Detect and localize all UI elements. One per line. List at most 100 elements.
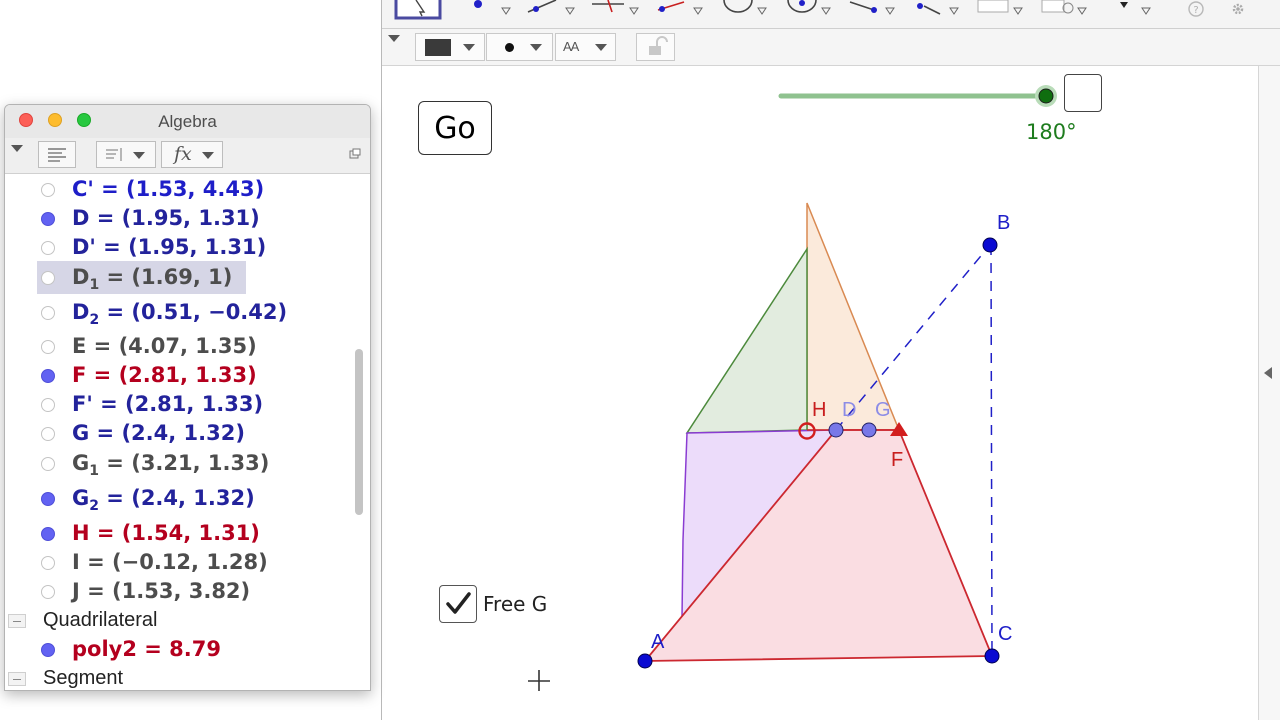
- list-item[interactable]: D2 = (0.51, −0.42): [5, 298, 355, 328]
- object-definition: H = (1.54, 1.31): [72, 521, 260, 545]
- point-style-icon: [505, 43, 514, 52]
- collapse-icon[interactable]: [8, 672, 26, 686]
- move-tool-button[interactable]: [394, 0, 446, 22]
- list-item[interactable]: G = (2.4, 1.32): [5, 419, 355, 447]
- text-size-button[interactable]: AA: [555, 33, 616, 61]
- visibility-toggle[interactable]: [41, 527, 55, 541]
- object-definition: F' = (2.81, 1.33): [72, 392, 264, 416]
- point-b[interactable]: [982, 237, 998, 253]
- text-size-icon: AA: [563, 39, 579, 54]
- checkmark-icon: [446, 592, 471, 614]
- point-g[interactable]: [861, 422, 877, 438]
- algebra-menu-toggle-icon[interactable]: [11, 145, 23, 152]
- visibility-toggle[interactable]: [41, 556, 55, 570]
- stylebar-toggle-icon[interactable]: [388, 35, 400, 42]
- category-label: Quadrilateral: [43, 609, 158, 631]
- visibility-toggle[interactable]: [41, 398, 55, 412]
- visibility-toggle[interactable]: [41, 457, 55, 471]
- point-tool-button[interactable]: [462, 0, 514, 22]
- angle-tool-button[interactable]: [846, 0, 898, 22]
- visibility-toggle[interactable]: [41, 212, 55, 226]
- point-style-button[interactable]: [486, 33, 553, 61]
- visibility-toggle[interactable]: [41, 340, 55, 354]
- slider-tool-button[interactable]: [974, 0, 1026, 22]
- svg-text:?: ?: [1193, 5, 1198, 16]
- reflect-tool-button[interactable]: [910, 0, 962, 22]
- color-button[interactable]: [415, 33, 485, 61]
- slider-handle-core[interactable]: [1038, 88, 1054, 104]
- object-definition: F = (2.81, 1.33): [72, 363, 257, 387]
- collapse-icon[interactable]: [8, 614, 26, 628]
- visibility-toggle[interactable]: [41, 643, 55, 657]
- dashed-segment-bc[interactable]: [990, 244, 993, 657]
- object-definition: C' = (1.53, 4.43): [72, 177, 265, 201]
- category-header-quadrilateral[interactable]: Quadrilateral: [5, 606, 355, 634]
- unlock-icon: [649, 36, 668, 55]
- slider-checkbox[interactable]: [1064, 74, 1102, 112]
- list-item[interactable]: E = (4.07, 1.35): [5, 332, 355, 360]
- list-item[interactable]: D = (1.95, 1.31): [5, 204, 355, 232]
- algebra-toolbar: fx: [5, 138, 370, 174]
- chevron-down-icon: [463, 44, 475, 51]
- color-swatch-icon: [425, 39, 451, 56]
- circle-tool-button[interactable]: [718, 0, 770, 22]
- sort-icon: [106, 148, 145, 161]
- label-c: C: [998, 623, 1012, 645]
- visibility-toggle[interactable]: [41, 427, 55, 441]
- list-item[interactable]: H = (1.54, 1.31): [5, 519, 355, 547]
- object-definition: D = (1.95, 1.31): [72, 206, 260, 230]
- style-bar: AA: [382, 29, 1280, 66]
- sort-button[interactable]: [96, 141, 156, 168]
- collapse-panel-icon[interactable]: [1264, 367, 1272, 379]
- list-item[interactable]: G1 = (3.21, 1.33): [5, 449, 355, 479]
- algebra-scrollbar[interactable]: [355, 349, 363, 515]
- visibility-toggle[interactable]: [41, 306, 55, 320]
- category-label: Segment: [43, 667, 124, 689]
- list-item[interactable]: C' = (1.53, 4.43): [5, 175, 355, 203]
- list-item[interactable]: G2 = (2.4, 1.32): [5, 484, 355, 514]
- object-definition: D' = (1.95, 1.31): [72, 235, 267, 259]
- visibility-toggle[interactable]: [41, 271, 55, 285]
- algebra-titlebar[interactable]: Algebra: [5, 105, 370, 138]
- algebra-title: Algebra: [158, 112, 217, 131]
- gear-icon[interactable]: [1228, 0, 1248, 20]
- list-icon: [48, 148, 66, 162]
- chevron-down-icon: [595, 44, 607, 51]
- list-item[interactable]: D' = (1.95, 1.31): [5, 233, 355, 261]
- auxiliary-objects-button[interactable]: [38, 141, 76, 168]
- visibility-toggle[interactable]: [41, 183, 55, 197]
- popout-icon[interactable]: [349, 148, 361, 160]
- visibility-toggle[interactable]: [41, 241, 55, 255]
- visibility-toggle[interactable]: [41, 585, 55, 599]
- category-header-segment[interactable]: Segment: [5, 664, 355, 690]
- perpendicular-tool-button[interactable]: [590, 0, 642, 22]
- point-d[interactable]: [828, 422, 844, 438]
- list-item[interactable]: poly2 = 8.79: [5, 635, 355, 663]
- object-definition: D2 = (0.51, −0.42): [72, 300, 288, 329]
- visibility-toggle[interactable]: [41, 492, 55, 506]
- lock-button[interactable]: [636, 33, 675, 61]
- help-icon[interactable]: ?: [1186, 0, 1206, 20]
- point-c[interactable]: [984, 648, 1000, 664]
- label-b: B: [997, 212, 1010, 234]
- list-item[interactable]: I = (−0.12, 1.28): [5, 548, 355, 576]
- algebra-list: C' = (1.53, 4.43) D = (1.95, 1.31) D' = …: [5, 174, 370, 690]
- free-g-checkbox[interactable]: [439, 585, 477, 623]
- move-graphics-tool-button[interactable]: [1102, 0, 1154, 22]
- polygon-tool-button[interactable]: [654, 0, 706, 22]
- label-f: F: [891, 449, 903, 471]
- line-tool-button[interactable]: [526, 0, 578, 22]
- list-item-selected[interactable]: D1 = (1.69, 1): [5, 261, 355, 294]
- label-a: A: [651, 631, 665, 653]
- object-definition: G1 = (3.21, 1.33): [72, 451, 270, 480]
- list-item[interactable]: F = (2.81, 1.33): [5, 361, 355, 389]
- zoom-tool-button[interactable]: [1038, 0, 1090, 22]
- visibility-toggle[interactable]: [41, 369, 55, 383]
- circle-center-tool-button[interactable]: [782, 0, 834, 22]
- list-item[interactable]: F' = (2.81, 1.33): [5, 390, 355, 418]
- object-definition: J = (1.53, 3.82): [72, 579, 251, 603]
- go-button[interactable]: Go: [418, 101, 492, 155]
- point-a[interactable]: [637, 653, 653, 669]
- description-mode-button[interactable]: fx: [161, 141, 223, 168]
- list-item[interactable]: J = (1.53, 3.82): [5, 577, 355, 605]
